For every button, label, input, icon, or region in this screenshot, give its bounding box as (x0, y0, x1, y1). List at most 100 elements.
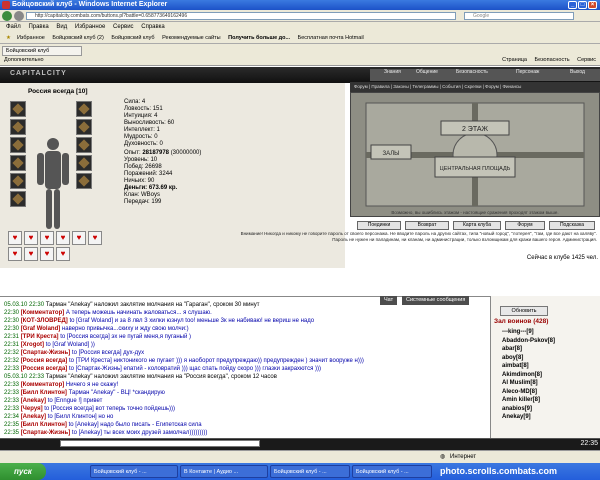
chat-author[interactable]: [Черуя] (21, 406, 43, 412)
player-item[interactable]: Aleco-MD[8] (502, 388, 537, 396)
shield-slot[interactable] (76, 137, 92, 153)
page-menu[interactable]: Страница (502, 57, 527, 63)
menu-edit[interactable]: Правка (28, 24, 48, 30)
task-1[interactable]: В Контакте | Аудио ... (180, 465, 268, 478)
character-name[interactable]: Россия всегда (28, 88, 74, 95)
gloves-slot[interactable] (76, 119, 92, 135)
chat-author[interactable]: [Билл Клинтон] (21, 390, 67, 396)
ring-slot[interactable] (10, 191, 26, 207)
tab-system[interactable]: Системные сообщения (402, 296, 470, 305)
command-bar: Страница Безопасность Сервис (496, 56, 596, 65)
spell-slot-1[interactable]: ♥ (8, 231, 22, 245)
maximize-icon[interactable]: □ (578, 1, 587, 9)
spell-slot-8[interactable]: ♥ (24, 247, 38, 261)
player-item[interactable]: Akimdimon[8] (502, 371, 542, 379)
map-zone-label: ЗАЛЫ (382, 151, 399, 157)
nav-exit[interactable]: Выход (570, 70, 585, 75)
menu-help[interactable]: Справка (141, 24, 165, 30)
map-square-label: ЦЕНТРАЛЬНАЯ ПЛОЩАДЬ (440, 166, 511, 172)
spell-slot-7[interactable]: ♥ (8, 247, 22, 261)
nav-security[interactable]: Безопасность (456, 70, 488, 75)
spell-slot-2[interactable]: ♥ (24, 231, 38, 245)
fav-item-4[interactable]: Бесплатная почта Hotmail (298, 35, 364, 41)
task-2[interactable]: Бойцовский клуб - ... (270, 465, 350, 478)
player-item[interactable]: abar[8] (502, 345, 522, 353)
chat-author[interactable]: [ТРИ Креста] (21, 334, 59, 340)
forward-icon[interactable] (14, 11, 24, 21)
fav-item-2[interactable]: Рекомендуемые сайты (162, 35, 221, 41)
address-input[interactable]: http://capitalcity.combats.com/buttons.p… (26, 12, 456, 20)
club-map[interactable]: 2 ЭТАЖ ЦЕНТРАЛЬНАЯ ПЛОЩАДЬ ЗАЛЫ (350, 92, 600, 217)
nav-chat[interactable]: Общение (416, 70, 438, 75)
security-menu[interactable]: Безопасность (535, 57, 570, 63)
tools-menu[interactable]: Сервис (577, 57, 596, 63)
spell-slot-10[interactable]: ♥ (56, 247, 70, 261)
menu-favorites[interactable]: Избранное (75, 24, 105, 30)
player-item[interactable]: Abaddon-Pskov[8] (502, 337, 555, 345)
chat-message-input[interactable] (60, 440, 260, 447)
boots-slot[interactable] (76, 173, 92, 189)
refresh-button[interactable]: Обновить (500, 306, 548, 316)
fav-item-0[interactable]: Бойцовский клуб (2) (52, 35, 103, 41)
fav-item-3[interactable]: Получить больше до... (228, 35, 290, 41)
chat-author[interactable]: [Россия всегда] (21, 366, 68, 372)
forum-button[interactable]: Форум (505, 221, 545, 230)
chat-author[interactable]: [Anekay] (21, 414, 46, 420)
tab-chat[interactable]: Чат (380, 296, 398, 305)
favorites-bar: ★ Избранное Бойцовский клуб (2) Бойцовски… (0, 32, 600, 44)
spell-slot-4[interactable]: ♥ (56, 231, 70, 245)
hint-button[interactable]: Подсказка (549, 221, 595, 230)
task-3[interactable]: Бойцовский клуб - ... (352, 465, 432, 478)
chat-author[interactable]: [Спартак-Жизнь] (21, 350, 71, 356)
amulet-slot[interactable] (10, 119, 26, 135)
fav-item-1[interactable]: Бойцовский клуб (111, 35, 154, 41)
player-item[interactable]: ---king---[9] (502, 328, 534, 336)
belt-slot[interactable] (10, 173, 26, 189)
chat-author[interactable]: [Билл Клинтон] (21, 422, 67, 428)
chat-author[interactable]: [Спартак-Жизнь] (21, 430, 71, 436)
tab-combats[interactable]: Бойцовский клуб (2, 46, 82, 56)
chat-author[interactable]: [Комментатор] (21, 310, 65, 316)
nav-knowledge[interactable]: Знания (384, 70, 401, 75)
club-map-button[interactable]: Карта клуба (453, 221, 501, 230)
spell-slot-6[interactable]: ♥ (88, 231, 102, 245)
duels-button[interactable]: Поединки (357, 221, 401, 230)
player-item[interactable]: Anekay[9] (502, 413, 531, 421)
chat-author[interactable]: [Комментатор] (21, 382, 65, 388)
return-button[interactable]: Возврат (405, 221, 449, 230)
close-icon[interactable]: × (588, 1, 597, 9)
chat-author[interactable]: [Graf Woland] (21, 326, 61, 332)
player-item[interactable]: aimbat[8] (502, 362, 529, 370)
player-item[interactable]: anabios[9] (502, 405, 532, 413)
favorites-button[interactable]: Избранное (17, 35, 45, 41)
armor-slot[interactable] (10, 155, 26, 171)
stat-intuition: Интуиция: 4 (124, 113, 158, 119)
fav-more[interactable]: Дополнительно (4, 57, 44, 63)
bracer-slot[interactable] (76, 155, 92, 171)
menu-file[interactable]: Файл (6, 24, 21, 30)
earring-slot[interactable] (76, 101, 92, 117)
chat-author[interactable]: [Anekay] (21, 398, 46, 404)
weapon-slot[interactable] (10, 137, 26, 153)
player-item[interactable]: Al Muslim[8] (502, 379, 538, 387)
start-button[interactable]: пуск (0, 463, 46, 480)
game-subnav[interactable]: Форум | Правила | Законы | Телеграммы | … (350, 82, 600, 92)
back-icon[interactable] (2, 11, 12, 21)
chat-author[interactable]: [КОТ-ЗЛОВРЕД] (21, 318, 68, 324)
helmet-slot[interactable] (10, 101, 26, 117)
nav-character[interactable]: Персонаж (516, 70, 539, 75)
chat-author[interactable]: [Россия всегда] (21, 358, 68, 364)
player-item[interactable]: aboy[8] (502, 354, 523, 362)
spell-slot-3[interactable]: ♥ (40, 231, 54, 245)
chat-author[interactable]: [Xrogot] (21, 342, 44, 348)
info-clan: Клан: WBoys (124, 192, 160, 198)
menu-tools[interactable]: Сервис (113, 24, 134, 30)
player-item[interactable]: Amin killer[8] (502, 396, 540, 404)
spell-slot-5[interactable]: ♥ (72, 231, 86, 245)
menu-view[interactable]: Вид (56, 24, 67, 30)
spell-slot-9[interactable]: ♥ (40, 247, 54, 261)
task-0[interactable]: Бойцовский клуб - ... (90, 465, 178, 478)
minimize-icon[interactable]: _ (568, 1, 577, 9)
watermark: photo.scrolls.combats.com (440, 466, 558, 476)
search-input[interactable]: Google (464, 12, 574, 20)
